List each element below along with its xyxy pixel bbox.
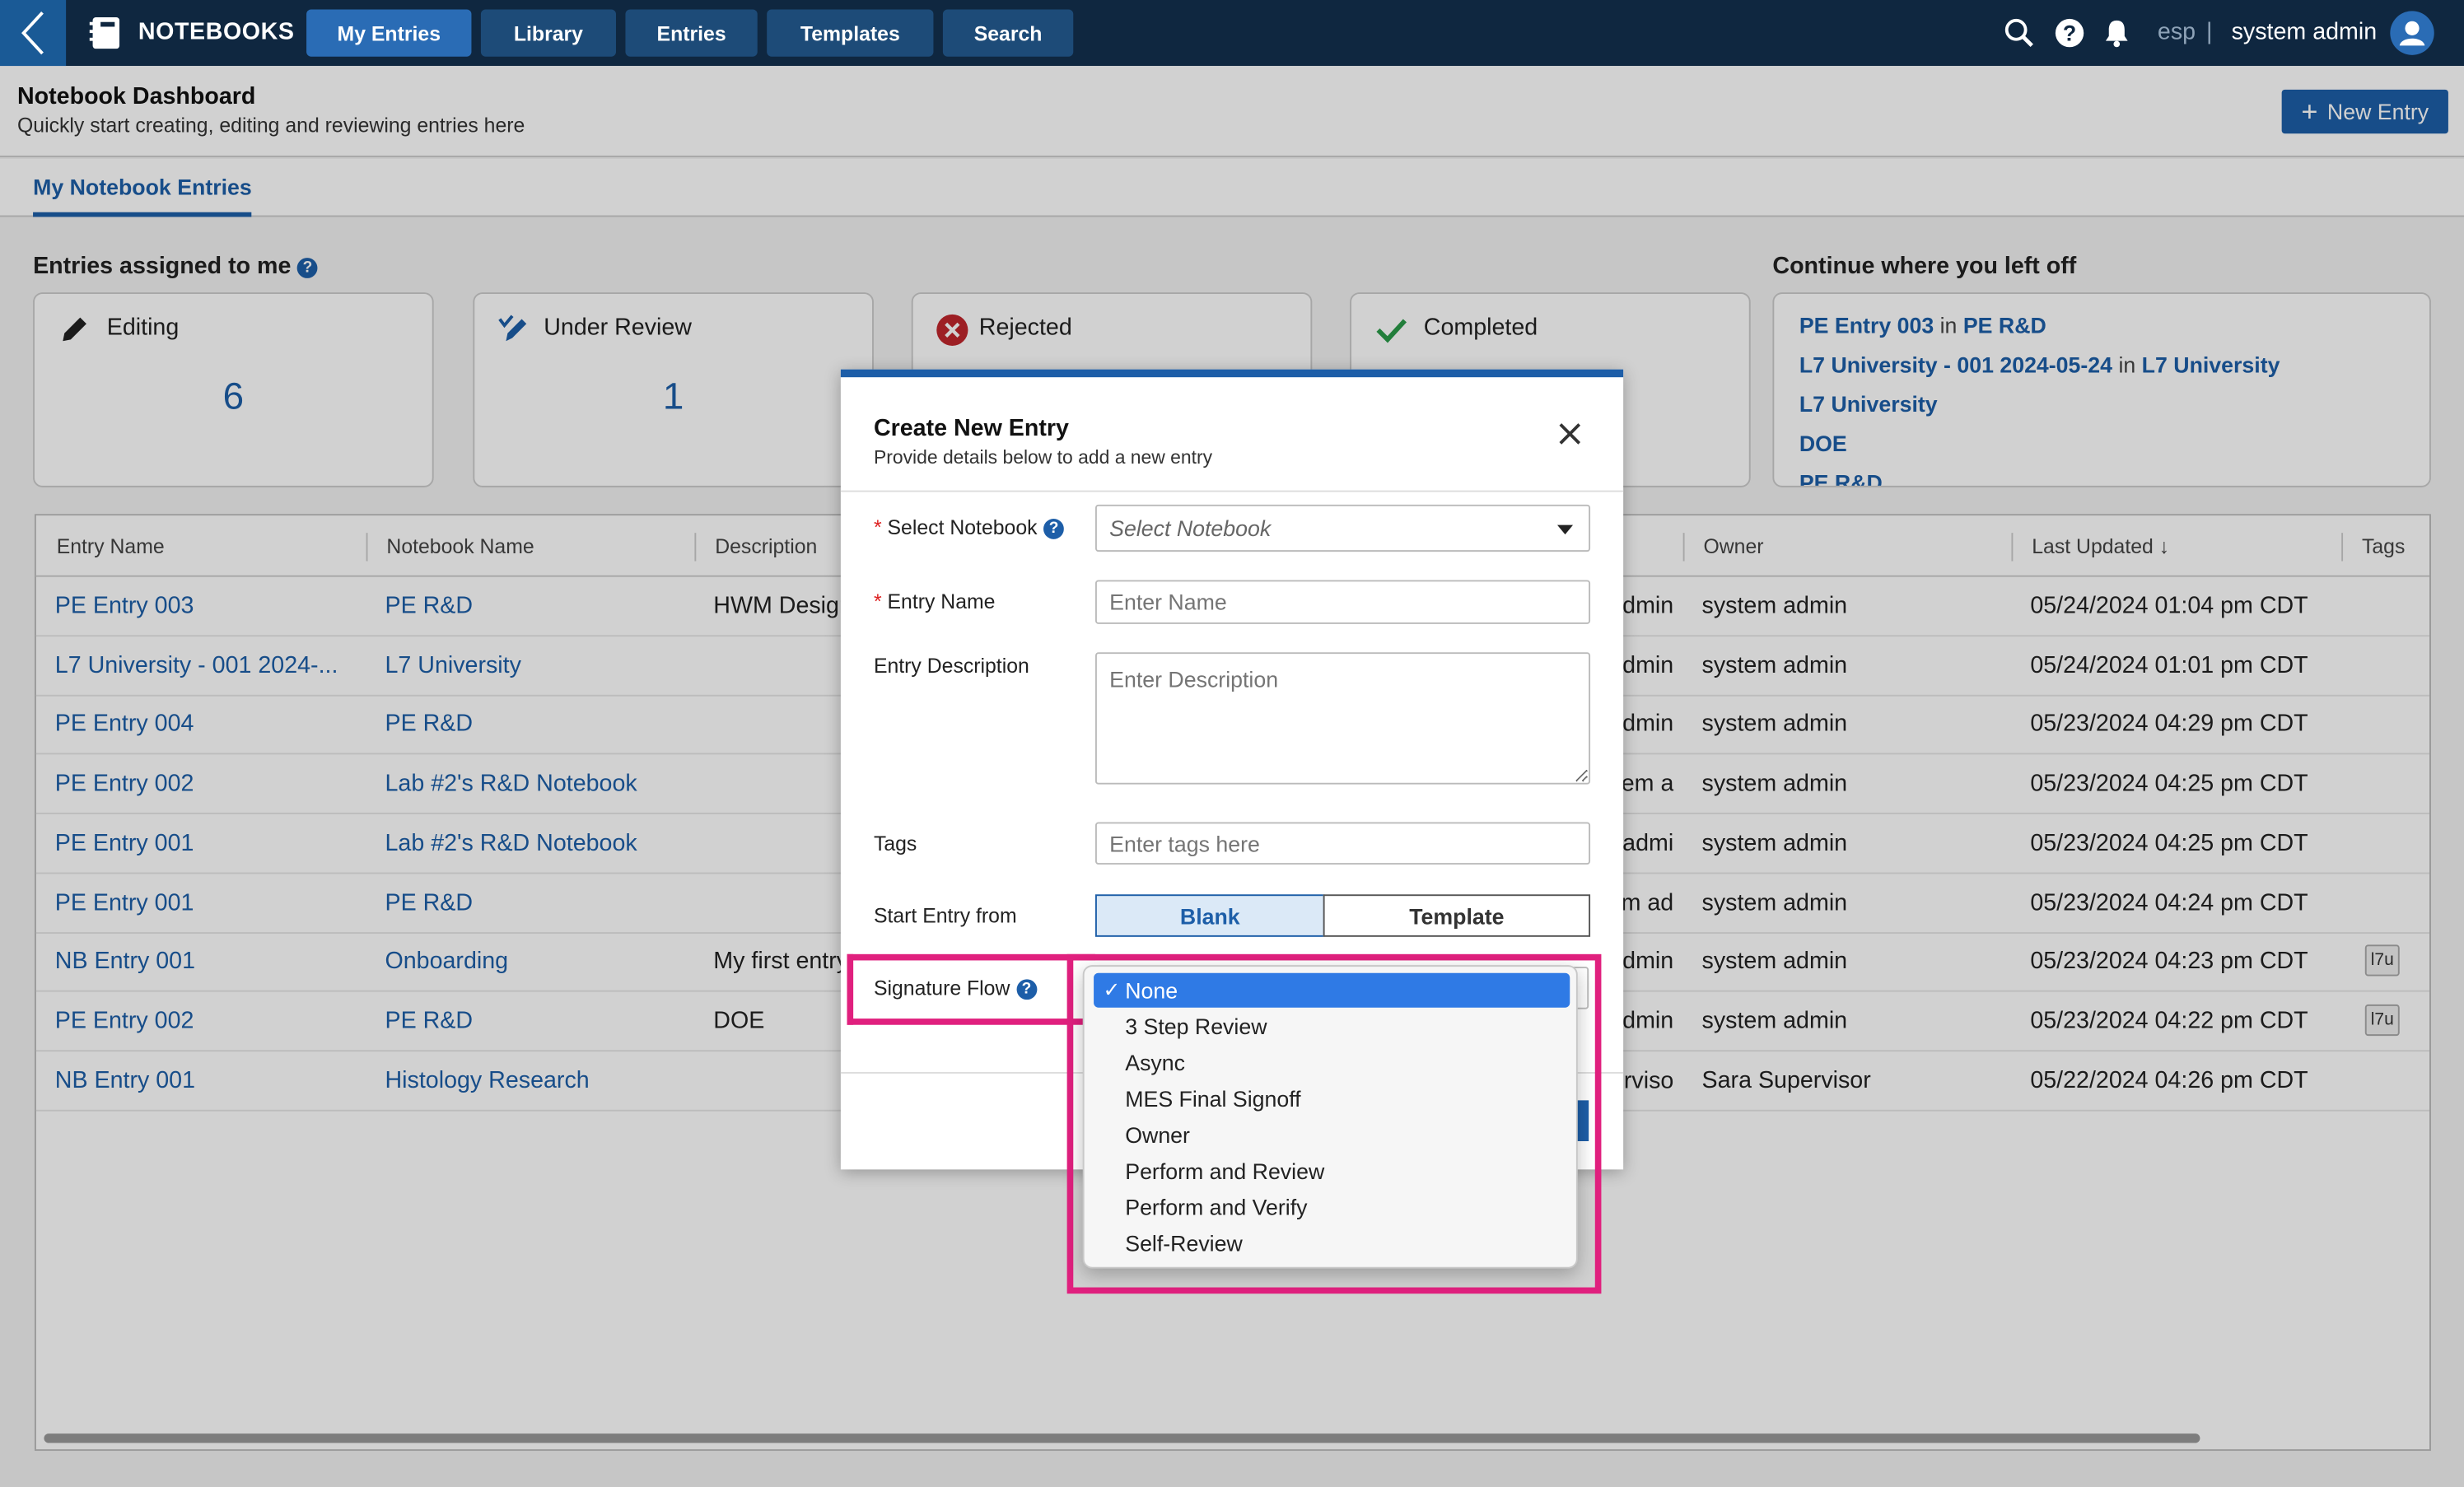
help-icon[interactable]: ? [2054,17,2085,49]
signature-option-owner[interactable]: Owner [1094,1117,1570,1152]
signature-option-mes-final-signoff[interactable]: MES Final Signoff [1094,1081,1570,1116]
required-mark: * [873,589,882,613]
chevron-left-icon [21,11,44,55]
modal-title: Create New Entry [873,415,1069,442]
close-icon[interactable] [1556,420,1584,448]
select-notebook-label-text: Select Notebook [887,515,1038,539]
start-template-option[interactable]: Template [1323,894,1591,937]
help-icon[interactable]: ? [1043,519,1065,539]
select-notebook-placeholder: Select Notebook [1109,515,1272,541]
select-notebook-label: * Select Notebook? [873,515,1065,539]
avatar[interactable] [2390,11,2434,55]
bell-icon[interactable] [2101,17,2132,49]
nav-tab-library[interactable]: Library [480,9,616,57]
signature-option-async[interactable]: Async [1094,1046,1570,1080]
nav-tab-templates[interactable]: Templates [767,9,934,57]
nav-tab-search[interactable]: Search [942,9,1074,57]
modal-subtitle: Provide details below to add a new entry [873,446,1213,468]
entry-description-textarea[interactable] [1094,652,1591,785]
required-mark: * [873,515,882,539]
back-button[interactable] [0,0,67,67]
nav-tab-entries[interactable]: Entries [625,9,758,57]
checkmark-icon: ✓ [1103,977,1121,1002]
signature-option-3-step-review[interactable]: 3 Step Review [1094,1009,1570,1044]
entry-description-label: Entry Description [873,654,1029,678]
signature-option-self-review[interactable]: Self-Review [1094,1226,1570,1261]
entry-name-label-text: Entry Name [887,589,996,613]
nav-tab-my-entries[interactable]: My Entries [306,9,472,57]
tags-label: Tags [873,831,917,855]
signature-option-perform-and-verify[interactable]: Perform and Verify [1094,1190,1570,1224]
app-brand: NOTEBOOKS [138,18,295,46]
start-blank-option[interactable]: Blank [1094,894,1325,937]
signature-flow-options: ✓ None 3 Step Review Async MES Final Sign… [1082,965,1578,1269]
option-label: None [1125,977,1178,1003]
signature-option-perform-and-review[interactable]: Perform and Review [1094,1154,1570,1188]
user-icon [2399,21,2425,46]
language-code[interactable]: esp [2158,19,2196,45]
top-nav-bar: NOTEBOOKS My Entries Library Entries Tem… [0,0,2464,67]
tags-input[interactable] [1094,822,1591,865]
caret-down-icon [1556,524,1574,535]
highlight-box-label [847,953,1095,1025]
highlight-joint [1073,1019,1081,1028]
svg-text:?: ? [2063,21,2076,46]
search-icon[interactable] [2004,17,2035,49]
notebook-logo-icon [89,17,120,49]
select-notebook-dropdown[interactable]: Select Notebook [1094,504,1591,552]
entry-name-label: * Entry Name [874,590,996,613]
start-entry-label: Start Entry from [873,903,1017,928]
signature-option-none[interactable]: ✓ None [1094,972,1570,1008]
modal-divider [840,490,1624,492]
user-name[interactable]: system admin [2232,19,2378,45]
nav-separator: | [2206,18,2213,46]
entry-name-input[interactable] [1094,580,1591,624]
